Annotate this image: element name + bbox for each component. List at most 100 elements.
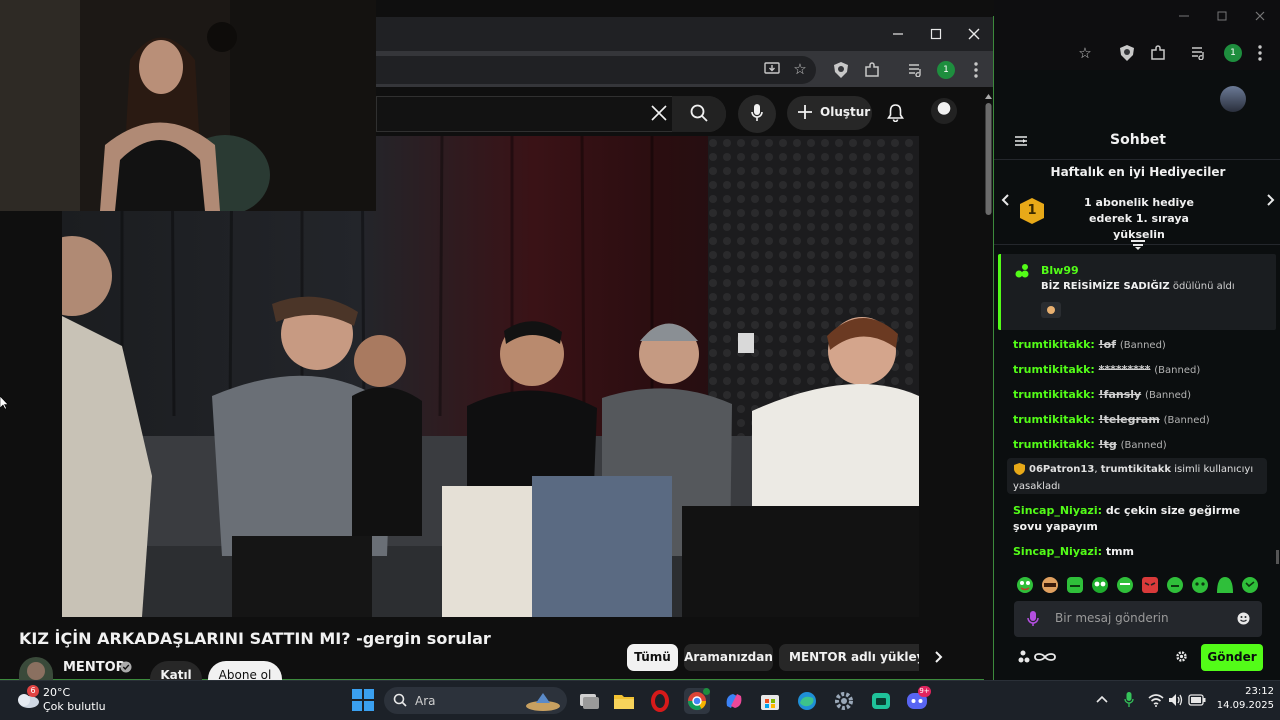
chat-username[interactable]: trumtikitakk: — [1013, 388, 1095, 401]
microsoft-store-icon[interactable] — [757, 688, 783, 714]
wifi-icon[interactable] — [1148, 693, 1164, 707]
clear-search-icon[interactable] — [650, 104, 668, 122]
emote-button[interactable] — [1192, 577, 1208, 593]
chip-from-search[interactable]: Aramanızdan — [684, 644, 773, 671]
battery-icon[interactable] — [1188, 694, 1206, 706]
chat-username[interactable]: trumtikitakk: — [1013, 438, 1095, 451]
taskbar — [0, 680, 1280, 720]
microphone-icon[interactable] — [751, 104, 763, 122]
edge-icon[interactable] — [794, 688, 820, 714]
gifters-title: Haftalık en iyi Hediyeciler — [1050, 165, 1226, 179]
chat-message: Sincap_Niyazi: tmm — [1013, 544, 1268, 560]
emote-button[interactable] — [1017, 577, 1033, 593]
chat-text: !fansly — [1098, 388, 1142, 401]
extensions-puzzle-icon[interactable] — [864, 62, 880, 78]
settings-gear-icon[interactable] — [831, 688, 857, 714]
emote-button[interactable] — [1042, 577, 1058, 593]
mouse-cursor-icon — [0, 396, 8, 410]
banned-label: (Banned) — [1163, 415, 1210, 426]
emoji-picker-icon[interactable] — [1237, 612, 1250, 625]
chip-from-uploader[interactable]: MENTOR adlı yükleyicide — [779, 644, 919, 671]
chips-next-icon[interactable] — [934, 650, 944, 664]
media-queue-icon[interactable] — [908, 63, 924, 77]
chat-settings-icon[interactable] — [1175, 650, 1188, 663]
kick-points-icon[interactable] — [1018, 649, 1056, 665]
shield-extension-icon[interactable] — [833, 61, 849, 79]
chat-username[interactable]: trumtikitakk: — [1013, 363, 1095, 376]
bookmark-star-icon[interactable]: ☆ — [790, 59, 810, 79]
emote-button[interactable] — [1142, 577, 1158, 593]
maximize-button[interactable] — [1214, 8, 1230, 24]
chat-username[interactable]: Sincap_Niyazi: — [1013, 545, 1102, 558]
ban-notice-text: 06Patron13, trumtikitakk isimli kullanıc… — [1013, 464, 1254, 492]
user-avatar[interactable] — [1220, 86, 1246, 112]
volume-icon[interactable] — [1168, 693, 1183, 707]
close-button[interactable] — [1252, 8, 1268, 24]
extensions-puzzle-icon[interactable] — [1150, 45, 1166, 61]
profile-avatar-icon[interactable]: 1 — [937, 61, 955, 79]
gifters-prev-icon[interactable] — [1000, 193, 1010, 207]
webcam-overlay — [0, 0, 376, 211]
file-explorer-icon[interactable] — [611, 688, 637, 714]
tray-overflow-icon[interactable] — [1096, 694, 1108, 704]
chat-username[interactable]: Sincap_Niyazi: — [1013, 504, 1102, 517]
weather-temp[interactable]: 20°C — [43, 686, 70, 699]
clock-time[interactable]: 23:12 — [1222, 686, 1274, 697]
shield-extension-icon[interactable] — [1119, 44, 1135, 62]
create-label: Oluştur — [820, 105, 871, 119]
channel-name[interactable]: MENTOR — [63, 660, 126, 675]
weather-desc[interactable]: Çok bulutlu — [43, 700, 106, 713]
emote-button[interactable] — [1067, 577, 1083, 593]
microphone-icon[interactable] — [1027, 611, 1039, 627]
windows-start-icon[interactable] — [352, 689, 374, 711]
ban-target-name[interactable]: trumtikitakk — [1101, 464, 1171, 475]
ban-mod-name[interactable]: 06Patron13 — [1029, 464, 1094, 475]
collapse-chat-icon[interactable] — [1014, 134, 1028, 148]
chat-message: trumtikitakk: !tg (Banned) — [1013, 437, 1268, 454]
browser-menu-icon[interactable] — [971, 61, 981, 79]
gifters-next-icon[interactable] — [1266, 193, 1276, 207]
plus-icon — [797, 104, 813, 120]
chat-text: ********* — [1098, 363, 1151, 376]
media-app-icon[interactable] — [868, 688, 894, 714]
chip-all[interactable]: Tümü — [627, 644, 678, 671]
emote-button[interactable] — [1092, 577, 1108, 593]
search-icon — [393, 693, 407, 707]
notifications-bell-icon[interactable] — [887, 104, 904, 122]
minimize-button[interactable] — [890, 26, 906, 42]
chat-message: Sincap_Niyazi: dc çekin size geğirme şov… — [1013, 503, 1268, 535]
profile-avatar-icon[interactable]: 1 — [1224, 44, 1242, 62]
microphone-tray-icon[interactable] — [1124, 692, 1134, 708]
close-button[interactable] — [966, 26, 982, 42]
send-button[interactable]: Gönder — [1201, 644, 1263, 671]
clock-date[interactable]: 14.09.2025 — [1208, 700, 1274, 711]
task-view-icon[interactable] — [576, 688, 602, 714]
minimize-button[interactable] — [1176, 8, 1192, 24]
rank-number: 1 — [1027, 203, 1037, 218]
emote-button[interactable] — [1242, 577, 1258, 593]
account-avatar[interactable] — [931, 98, 957, 124]
taskbar-search-label: Ara — [415, 694, 436, 708]
search-icon[interactable] — [690, 104, 708, 122]
maximize-button[interactable] — [928, 26, 944, 42]
browser-menu-icon[interactable] — [1255, 44, 1265, 62]
emote-button[interactable] — [1217, 577, 1233, 593]
emote-button[interactable] — [1167, 577, 1183, 593]
opera-icon[interactable] — [647, 688, 673, 714]
copilot-icon[interactable] — [721, 688, 747, 714]
reward-user[interactable]: Blw99 — [1041, 264, 1079, 277]
chat-message: trumtikitakk: !of (Banned) — [1013, 337, 1268, 354]
chat-input-placeholder[interactable]: Bir mesaj gönderin — [1055, 611, 1169, 625]
chat-username[interactable]: trumtikitakk: — [1013, 338, 1095, 351]
chat-text: !telegram — [1098, 413, 1160, 426]
bookmark-star-icon[interactable]: ☆ — [1075, 43, 1095, 63]
install-app-icon[interactable] — [764, 62, 780, 76]
youtube-address-bar[interactable] — [376, 56, 816, 84]
page-scrollbar[interactable] — [984, 93, 993, 680]
emote-bar — [1012, 574, 1268, 596]
emote-button[interactable] — [1117, 577, 1133, 593]
chat-scrollbar[interactable] — [1276, 550, 1279, 564]
chat-username[interactable]: trumtikitakk: — [1013, 413, 1095, 426]
expand-pinned-icon[interactable] — [1130, 239, 1146, 251]
media-queue-icon[interactable] — [1191, 46, 1207, 60]
